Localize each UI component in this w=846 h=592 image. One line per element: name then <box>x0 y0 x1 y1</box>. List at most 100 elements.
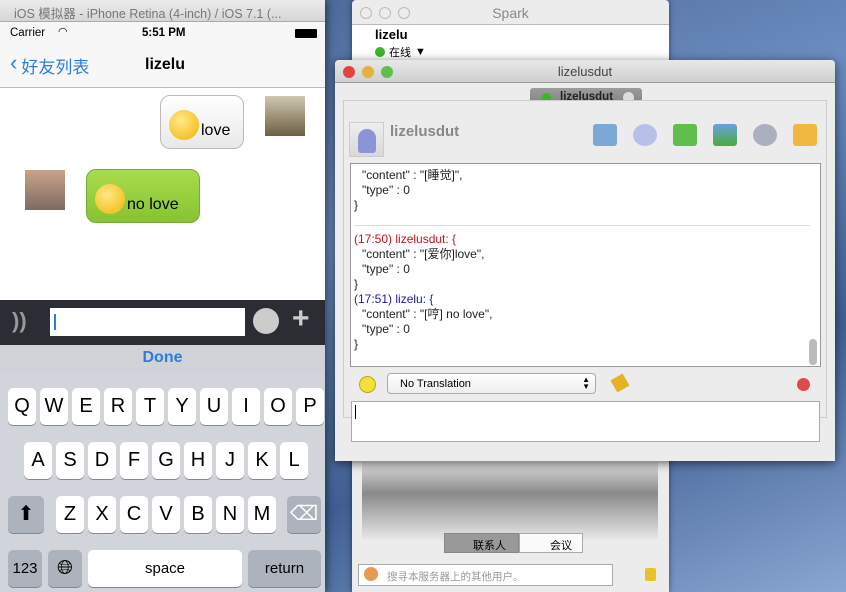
message-input[interactable] <box>50 308 245 336</box>
title-bar: lizelusdut <box>335 60 835 83</box>
window-title: lizelusdut <box>557 64 613 79</box>
screenshot-icon[interactable] <box>713 124 737 146</box>
chevron-left-icon: ‹ <box>10 50 18 75</box>
transcript-line: "content" : "[爱你]love", <box>362 247 485 261</box>
angry-emoji-icon <box>95 184 125 214</box>
chat-window: lizelusdut lizelusdut lizelusdut "conten… <box>335 60 835 461</box>
unlock-icon[interactable] <box>793 124 817 146</box>
ios-simulator-window: iOS 模拟器 - iPhone Retina (4-inch) / iOS 7… <box>0 0 325 592</box>
key-g[interactable]: G <box>152 442 180 479</box>
message-text: love <box>201 122 231 139</box>
page-title: lizelu <box>145 56 186 73</box>
file-transfer-icon[interactable] <box>673 124 697 146</box>
globe-key[interactable]: 🌐︎ <box>48 550 82 587</box>
key-a[interactable]: A <box>24 442 52 479</box>
profile-card-icon[interactable] <box>593 124 617 146</box>
key-b[interactable]: B <box>184 496 212 533</box>
updown-arrows-icon: ▲ ▼ <box>582 375 590 391</box>
keyboard: QWERTYUIOP ASDFGHJKL ZXCVBNM ⬆ ⌫ 123 🌐︎ sp… <box>0 372 325 592</box>
wifi-icon: ◠ <box>58 26 68 38</box>
translation-select[interactable]: No Translation ▲ ▼ <box>387 373 596 394</box>
translation-select-value: No Translation <box>400 378 471 390</box>
divider <box>354 225 810 226</box>
transcript-line: "content" : "[睡觉]", <box>362 168 463 182</box>
done-button[interactable]: Done <box>0 345 325 372</box>
plus-icon[interactable]: + <box>292 302 310 336</box>
key-f[interactable]: F <box>120 442 148 479</box>
message-bubble-incoming[interactable]: no love <box>86 169 200 223</box>
end-chat-icon[interactable] <box>797 378 810 391</box>
key-p[interactable]: P <box>296 388 324 425</box>
key-c[interactable]: C <box>120 496 148 533</box>
tab-contacts[interactable]: 联系人 <box>444 533 519 553</box>
profile-area: lizelu 在线 ▼ <box>352 24 669 60</box>
key-d[interactable]: D <box>88 442 116 479</box>
key-o[interactable]: O <box>264 388 292 425</box>
emoji-button-icon[interactable] <box>253 308 279 334</box>
message-bubble-outgoing[interactable]: love <box>160 95 244 149</box>
key-e[interactable]: E <box>72 388 100 425</box>
message-header: (17:50) lizelusdut: { <box>354 232 457 246</box>
avatar-self[interactable] <box>265 96 305 136</box>
key-n[interactable]: N <box>216 496 244 533</box>
transcript-line: "type" : 0 <box>362 322 410 336</box>
key-k[interactable]: K <box>248 442 276 479</box>
message-compose-input[interactable] <box>351 401 820 442</box>
numbers-key[interactable]: 123 <box>8 550 42 587</box>
space-key[interactable]: space <box>88 550 242 587</box>
key-j[interactable]: J <box>216 442 244 479</box>
transcript-line: } <box>354 337 359 351</box>
tab-conference[interactable]: 会议 <box>519 533 583 553</box>
key-t[interactable]: T <box>136 388 164 425</box>
username: lizelu <box>375 27 408 42</box>
scrollbar-thumb[interactable] <box>809 339 817 365</box>
contact-avatar <box>349 122 384 157</box>
shift-key[interactable]: ⬆ <box>8 496 44 533</box>
text-cursor <box>355 405 356 419</box>
key-y[interactable]: Y <box>168 388 196 425</box>
status-bar: Carrier ◠ 5:51 PM <box>0 22 325 44</box>
transcript-line: } <box>354 198 359 212</box>
caret-down-icon: ▼ <box>415 46 426 58</box>
chat-transcript[interactable]: "content" : "[睡觉]", "type" : 0 } (17:50)… <box>350 163 821 367</box>
key-x[interactable]: X <box>88 496 116 533</box>
online-icon <box>375 47 385 57</box>
return-key[interactable]: return <box>248 550 321 587</box>
input-toolbar: )) + <box>0 300 325 345</box>
back-label: 好友列表 <box>21 58 90 77</box>
lock-icon[interactable] <box>645 568 656 581</box>
key-i[interactable]: I <box>232 388 260 425</box>
key-r[interactable]: R <box>104 388 132 425</box>
search-input[interactable]: 搜寻本服务器上的其他用户。 <box>358 564 613 586</box>
text-cursor <box>54 314 56 330</box>
window-title: Spark <box>492 5 529 21</box>
user-icon <box>358 129 376 153</box>
nav-bar: ‹ 好友列表 lizelu <box>0 44 325 88</box>
key-q[interactable]: Q <box>8 388 36 425</box>
contact-list-panel <box>362 462 658 540</box>
avatar-friend[interactable] <box>25 170 65 210</box>
battery-icon <box>295 29 317 38</box>
kiss-heart-emoji-icon <box>169 110 199 140</box>
key-s[interactable]: S <box>56 442 84 479</box>
key-h[interactable]: H <box>184 442 212 479</box>
history-icon[interactable] <box>753 124 777 146</box>
smiley-icon[interactable] <box>359 376 376 393</box>
status-dropdown[interactable]: 在线 ▼ <box>375 44 426 60</box>
delete-key[interactable]: ⌫ <box>287 496 321 533</box>
key-u[interactable]: U <box>200 388 228 425</box>
backspace-icon: ⌫ <box>289 503 319 525</box>
shift-icon: ⬆ <box>17 503 35 525</box>
key-l[interactable]: L <box>280 442 308 479</box>
carrier-label: Carrier <box>10 27 46 39</box>
key-z[interactable]: Z <box>56 496 84 533</box>
key-m[interactable]: M <box>248 496 276 533</box>
key-v[interactable]: V <box>152 496 180 533</box>
key-w[interactable]: W <box>40 388 68 425</box>
voice-icon[interactable]: )) <box>12 308 27 334</box>
transcript-line: "type" : 0 <box>362 183 410 197</box>
chat-bubbles-icon[interactable] <box>633 124 657 146</box>
transcript-line: } <box>354 277 359 291</box>
message-list: love no love <box>0 89 325 300</box>
back-button[interactable]: ‹ 好友列表 <box>10 50 90 78</box>
